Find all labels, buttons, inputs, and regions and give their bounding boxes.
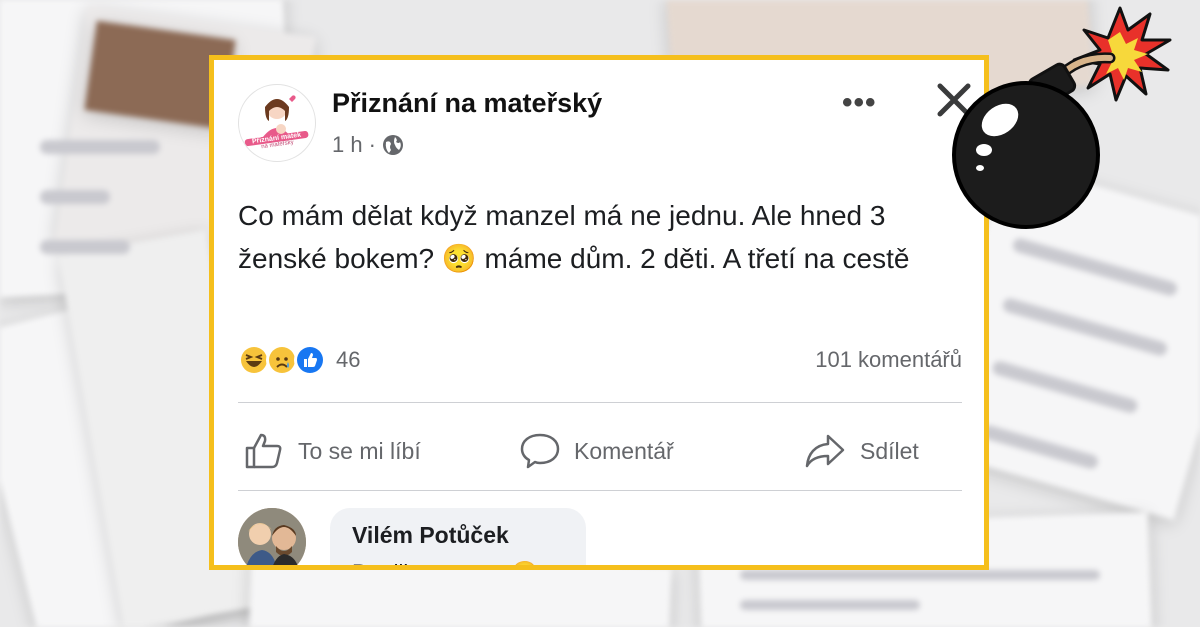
comment-label: Komentář: [574, 437, 674, 464]
more-options-button[interactable]: •••: [842, 86, 877, 120]
like-reaction-icon: [294, 344, 326, 376]
bg-line: [40, 240, 130, 254]
comment-count[interactable]: 101 komentářů: [815, 347, 962, 373]
like-button[interactable]: To se mi líbí: [244, 432, 421, 470]
page-name[interactable]: Přiznání na mateřský: [332, 88, 602, 119]
reactions-summary[interactable]: 46: [238, 344, 360, 376]
commenter-photo: [238, 508, 306, 565]
share-label: Sdílet: [860, 437, 919, 464]
divider-top: [238, 402, 962, 403]
thumbs-up-icon: [245, 433, 282, 469]
comment-text: Prodliny za ro... 😉: [352, 560, 538, 565]
share-arrow-icon: [805, 434, 845, 468]
online-status-icon: [297, 564, 305, 565]
meta-separator: ·: [368, 132, 376, 157]
post-card: Přiznání matek na mateřský Přiznání na m…: [209, 55, 989, 570]
bg-line: [40, 140, 160, 154]
bg-line: [40, 190, 110, 204]
explosion-spark: [1072, 6, 1172, 102]
bg-line: [740, 570, 1100, 580]
like-label: To se mi líbí: [298, 437, 421, 464]
commenter-avatar[interactable]: [238, 508, 306, 565]
globe-icon: [382, 135, 403, 155]
comment-author[interactable]: Vilém Potůček: [352, 522, 509, 549]
bomb-icon: [952, 6, 1172, 229]
share-button[interactable]: Sdílet: [804, 432, 919, 470]
post-text: Co mám dělat když manzel má ne jednu. Al…: [238, 194, 978, 280]
reaction-count: 46: [336, 347, 361, 372]
bg-line: [740, 600, 920, 610]
comment-bubble-icon: [520, 433, 560, 469]
comment-bubble: Vilém Potůček Prodliny za ro... 😉: [330, 508, 586, 565]
divider-bottom: [238, 490, 962, 491]
post-text-part2: máme dům. 2 děti. A třetí na cestě: [476, 243, 910, 274]
post-time[interactable]: 1 h: [332, 132, 363, 158]
pleading-face-emoji: 🥺: [441, 243, 477, 274]
page-avatar[interactable]: Přiznání matek na mateřský: [238, 84, 316, 162]
comment-button[interactable]: Komentář: [520, 432, 674, 470]
post-meta: 1 h ·: [332, 132, 404, 158]
